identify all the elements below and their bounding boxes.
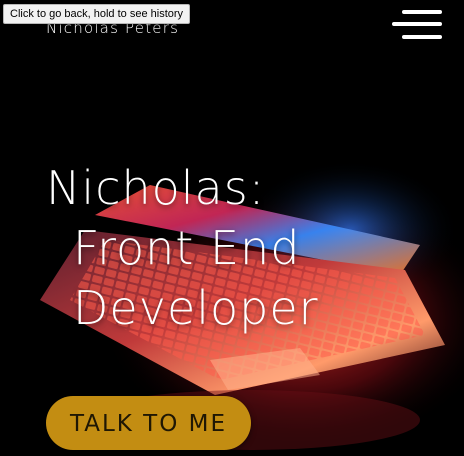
hero-title-line-1: Nicholas: bbox=[46, 161, 266, 215]
talk-to-me-button[interactable]: TALK TO ME bbox=[46, 396, 251, 450]
hero-title-line-2: Front End bbox=[73, 221, 301, 275]
back-button-tooltip: Click to go back, hold to see history bbox=[3, 4, 191, 24]
hero-title-line-3: Developer bbox=[73, 281, 319, 335]
menu-bar-top bbox=[402, 10, 442, 14]
hamburger-menu-icon[interactable] bbox=[388, 8, 444, 42]
menu-bar-bottom bbox=[402, 35, 442, 39]
hero-title: Nicholas: Front End Developer bbox=[46, 158, 319, 338]
menu-bar-middle bbox=[392, 22, 442, 26]
page: Click to go back, hold to see history Ni… bbox=[0, 0, 464, 456]
